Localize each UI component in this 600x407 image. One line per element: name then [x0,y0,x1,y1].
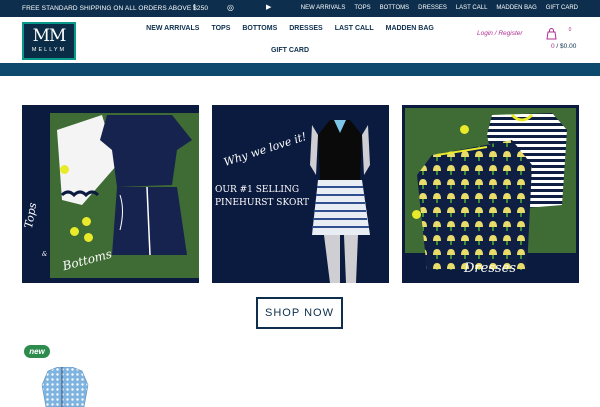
cart[interactable]: 0 0 / $0.00 [546,26,582,54]
shop-now-button[interactable]: SHOP NOW [256,297,343,329]
announcement-bar: FREE STANDARD SHIPPING ON ALL ORDERS ABO… [0,0,600,17]
top-links: NEW ARRIVALS TOPS BOTTOMS DRESSES LAST C… [301,5,578,11]
youtube-icon[interactable]: ▶ [266,3,271,13]
top-link-tops[interactable]: TOPS [354,5,370,11]
login-register-link[interactable]: Login / Register [477,30,523,37]
cart-total-amount: / $0.00 [554,43,577,50]
tennis-ball [460,125,469,134]
tennis-ball [70,227,79,236]
tennis-ball [412,210,421,219]
logo-name: MELLYM [31,47,67,53]
top-link-new-arrivals[interactable]: NEW ARRIVALS [301,5,346,11]
nav-last-call[interactable]: LAST CALL [335,25,374,37]
caption-amp: & [42,251,48,258]
nav-tops[interactable]: TOPS [211,25,230,37]
cart-total: 0 / $0.00 [551,43,576,50]
nav-dresses[interactable]: DRESSES [289,25,322,37]
nav-new-arrivals[interactable]: NEW ARRIVALS [146,25,199,37]
cart-count-badge: 0 [566,26,574,34]
shopping-bag-icon[interactable] [546,28,557,43]
top-link-bottoms[interactable]: BOTTOMS [380,5,410,11]
logo-mark: MM [32,26,67,46]
dresses-image [417,113,567,270]
caption-dresses: Dresses [464,261,517,276]
site-header: MM MELLYM NEW ARRIVALS TOPS BOTTOMS DRES… [0,17,600,63]
hero-banner-strip [0,63,600,76]
new-product-thumbnail[interactable] [40,367,90,407]
top-link-madden-bag[interactable]: MADDEN BAG [496,5,536,11]
shipping-message: FREE STANDARD SHIPPING ON ALL ORDERS ABO… [22,5,209,12]
nav-gift-card[interactable]: GIFT CARD [271,47,309,59]
top-link-dresses[interactable]: DRESSES [418,5,447,11]
dresses-panel[interactable]: Dresses [402,105,579,283]
top-link-last-call[interactable]: LAST CALL [456,5,488,11]
nav-madden-bag[interactable]: MADDEN BAG [386,25,434,37]
tennis-ball [82,217,91,226]
skort-mannequin-image [310,120,370,283]
top-link-gift-card[interactable]: GIFT CARD [546,5,578,11]
tops-bottoms-panel[interactable]: Tops & Bottoms [22,105,199,283]
pinehurst-skort-panel[interactable]: Why we love it! OUR #1 SELLING PINEHURST… [212,105,389,283]
instagram-icon[interactable]: ◎ [227,3,234,13]
tennis-ball [60,165,69,174]
logo[interactable]: MM MELLYM [22,22,76,60]
facebook-icon[interactable]: f [193,3,195,13]
new-badge: new [24,345,50,358]
main-navigation: NEW ARRIVALS TOPS BOTTOMS DRESSES LAST C… [140,25,440,59]
nav-bottoms[interactable]: BOTTOMS [242,25,277,37]
tennis-ball [84,233,93,242]
